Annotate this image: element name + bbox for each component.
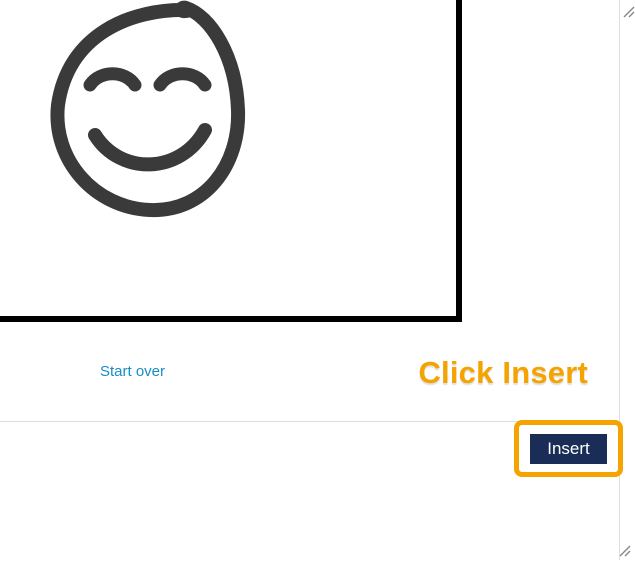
click-insert-annotation: Click Insert	[418, 355, 588, 391]
action-row: Start over Click Insert	[0, 355, 600, 395]
start-over-link[interactable]: Start over	[100, 363, 165, 380]
resize-handle-icon[interactable]	[621, 4, 635, 18]
horizontal-divider	[0, 421, 605, 422]
drawing-canvas[interactable]	[0, 0, 462, 322]
insert-highlight-box: Insert	[514, 420, 623, 477]
insert-button[interactable]: Insert	[530, 434, 607, 464]
smiley-drawing	[40, 0, 250, 220]
panel-right-divider	[619, 0, 620, 560]
resize-handle-icon[interactable]	[617, 543, 631, 557]
